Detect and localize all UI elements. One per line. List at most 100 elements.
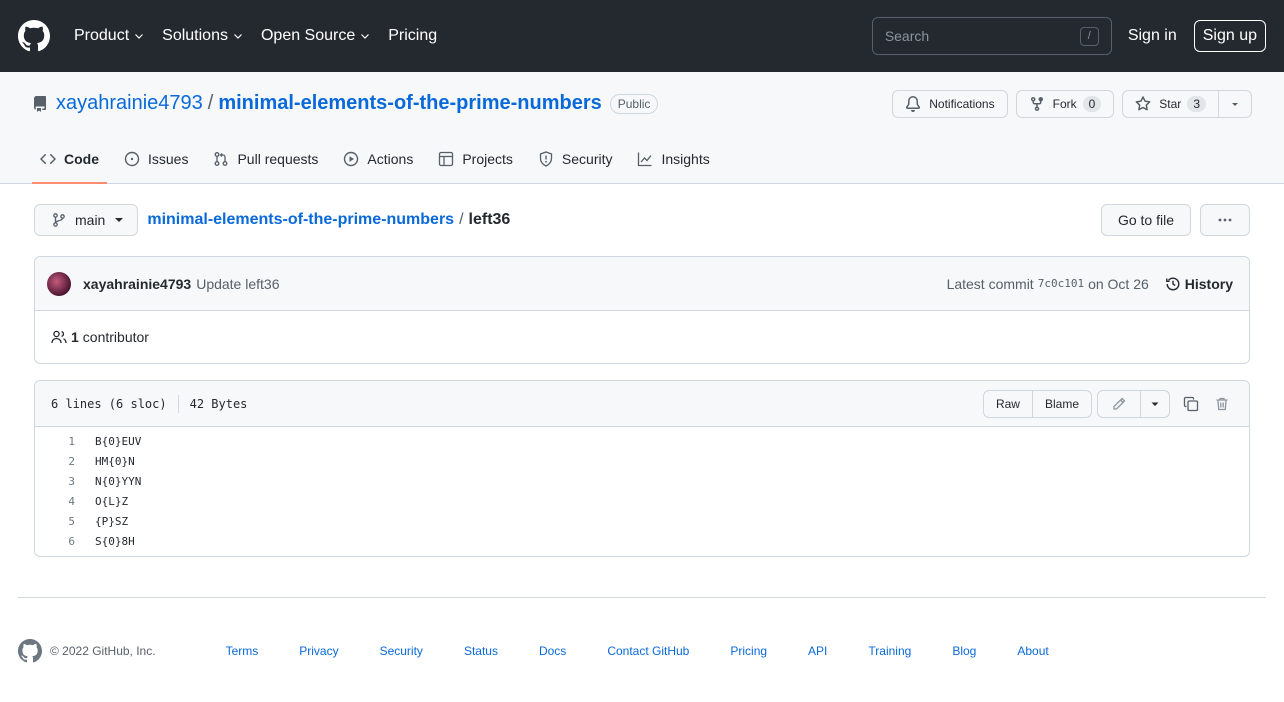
- edit-button[interactable]: [1097, 389, 1141, 418]
- line-content: O{L}Z: [95, 494, 129, 508]
- commit-author-link[interactable]: xayahrainie4793: [83, 276, 191, 292]
- tab-projects-label: Projects: [462, 151, 513, 167]
- blame-button[interactable]: Blame: [1032, 389, 1092, 418]
- tab-projects[interactable]: Projects: [430, 135, 521, 183]
- footer-link-docs[interactable]: Docs: [539, 644, 566, 658]
- line-number[interactable]: 6: [35, 535, 85, 548]
- site-footer: © 2022 GitHub, Inc. Terms Privacy Securi…: [0, 598, 1284, 702]
- commit-sha-link[interactable]: 7c0c101: [1038, 277, 1084, 290]
- repo-title: xayahrainie4793 / minimal-elements-of-th…: [32, 92, 659, 115]
- graph-icon: [638, 152, 652, 167]
- contributors-row[interactable]: 1 contributor: [35, 311, 1249, 363]
- commit-date: on Oct 26: [1088, 275, 1149, 292]
- code-line: 6 S{0}8H: [35, 531, 1249, 551]
- contributors-count: 1: [71, 329, 79, 345]
- star-label: Star: [1159, 97, 1182, 111]
- issue-icon: [124, 151, 140, 167]
- nav-product[interactable]: Product: [74, 27, 145, 45]
- latest-commit-prefix: Latest commit: [946, 275, 1034, 292]
- file-path-bar: main minimal-elements-of-the-prime-numbe…: [34, 184, 1250, 256]
- edit-dropdown-button[interactable]: [1141, 389, 1170, 418]
- visibility-badge: Public: [609, 93, 659, 114]
- trash-icon: [1216, 397, 1228, 410]
- search-input[interactable]: Search /: [871, 17, 1112, 55]
- code-line: 5 {P}SZ: [35, 511, 1249, 531]
- main-nav: Product Solutions Open Source Pricing: [74, 27, 454, 45]
- line-number[interactable]: 5: [35, 515, 85, 528]
- commit-message-link[interactable]: Update left36: [196, 276, 279, 292]
- line-content: {P}SZ: [95, 514, 129, 528]
- branch-selector[interactable]: main: [34, 204, 139, 236]
- footer-links: Terms Privacy Security Status Docs Conta…: [226, 644, 1090, 658]
- footer-link-pricing[interactable]: Pricing: [730, 644, 767, 658]
- github-logo-icon[interactable]: [18, 639, 42, 663]
- main-content: main minimal-elements-of-the-prime-numbe…: [0, 184, 1284, 557]
- caret-down-icon: [1151, 402, 1159, 406]
- sign-up-button[interactable]: Sign up: [1193, 20, 1266, 52]
- line-number[interactable]: 1: [35, 435, 85, 448]
- footer-link-contact[interactable]: Contact GitHub: [607, 644, 689, 658]
- line-number[interactable]: 4: [35, 495, 85, 508]
- tab-issues[interactable]: Issues: [116, 135, 196, 183]
- file-size: 42 Bytes: [189, 396, 248, 411]
- sign-in-link[interactable]: Sign in: [1128, 27, 1177, 45]
- footer-link-privacy[interactable]: Privacy: [299, 644, 338, 658]
- tab-security[interactable]: Security: [530, 135, 621, 183]
- notifications-button[interactable]: Notifications: [892, 90, 1008, 118]
- fork-button[interactable]: Fork 0: [1015, 90, 1115, 118]
- tab-code[interactable]: Code: [32, 135, 107, 184]
- footer-link-api[interactable]: API: [808, 644, 827, 658]
- github-logo-icon[interactable]: [18, 20, 50, 52]
- breadcrumb-file: left36: [468, 211, 511, 228]
- line-number[interactable]: 3: [35, 475, 85, 488]
- breadcrumb-repo-link[interactable]: minimal-elements-of-the-prime-numbers: [147, 211, 454, 229]
- play-icon: [344, 151, 359, 167]
- tab-code-label: Code: [64, 151, 99, 167]
- more-options-button[interactable]: [1200, 204, 1250, 236]
- copy-button[interactable]: [1180, 396, 1202, 412]
- tab-actions[interactable]: Actions: [335, 135, 421, 183]
- footer-link-status[interactable]: Status: [464, 644, 498, 658]
- avatar[interactable]: [47, 271, 71, 296]
- star-button[interactable]: Star 3: [1122, 90, 1219, 118]
- raw-button[interactable]: Raw: [982, 389, 1033, 418]
- nav-pricing[interactable]: Pricing: [388, 27, 437, 45]
- footer-link-blog[interactable]: Blog: [952, 644, 976, 658]
- breadcrumb-separator: /: [459, 211, 464, 228]
- fork-counter: 0: [1082, 96, 1102, 112]
- footer-link-terms[interactable]: Terms: [226, 644, 259, 658]
- nav-solutions[interactable]: Solutions: [162, 27, 244, 45]
- repo-actions: Notifications Fork 0 Star 3: [892, 90, 1252, 118]
- tab-insights-label: Insights: [661, 151, 710, 167]
- pull-request-icon: [215, 152, 228, 166]
- star-dropdown-button[interactable]: [1219, 90, 1252, 118]
- breadcrumb: minimal-elements-of-the-prime-numbers / …: [147, 211, 510, 229]
- branch-name: main: [75, 212, 106, 228]
- kebab-horizontal-icon: [1218, 218, 1232, 222]
- repo-name-link[interactable]: minimal-elements-of-the-prime-numbers: [218, 92, 601, 115]
- line-content: S{0}8H: [95, 534, 135, 548]
- search-shortcut-key: /: [1079, 26, 1099, 46]
- repo-tabs: Code Issues Pull requests Actions Projec…: [32, 135, 727, 184]
- go-to-file-button[interactable]: Go to file: [1100, 204, 1191, 236]
- history-link[interactable]: History: [1165, 276, 1233, 292]
- tab-actions-label: Actions: [367, 151, 414, 167]
- fork-icon: [1030, 97, 1043, 112]
- nav-open-source[interactable]: Open Source: [261, 27, 371, 45]
- footer-link-about[interactable]: About: [1017, 644, 1048, 658]
- raw-blame-group: Raw Blame: [982, 389, 1092, 418]
- tab-pull-requests[interactable]: Pull requests: [205, 135, 326, 183]
- repo-owner-link[interactable]: xayahrainie4793: [56, 92, 203, 115]
- pencil-icon: [1113, 397, 1126, 410]
- footer-link-training[interactable]: Training: [868, 644, 911, 658]
- footer-link-security[interactable]: Security: [380, 644, 423, 658]
- file-line-count: 6 lines (6 sloc): [51, 396, 167, 411]
- delete-button[interactable]: [1211, 396, 1233, 412]
- line-content: N{0}YYN: [95, 474, 142, 488]
- line-content: HM{0}N: [95, 454, 135, 468]
- tab-insights[interactable]: Insights: [629, 135, 717, 183]
- line-number[interactable]: 2: [35, 455, 85, 468]
- nav-open-source-label: Open Source: [260, 27, 356, 44]
- code-icon: [40, 153, 56, 165]
- caret-down-icon: [115, 218, 124, 222]
